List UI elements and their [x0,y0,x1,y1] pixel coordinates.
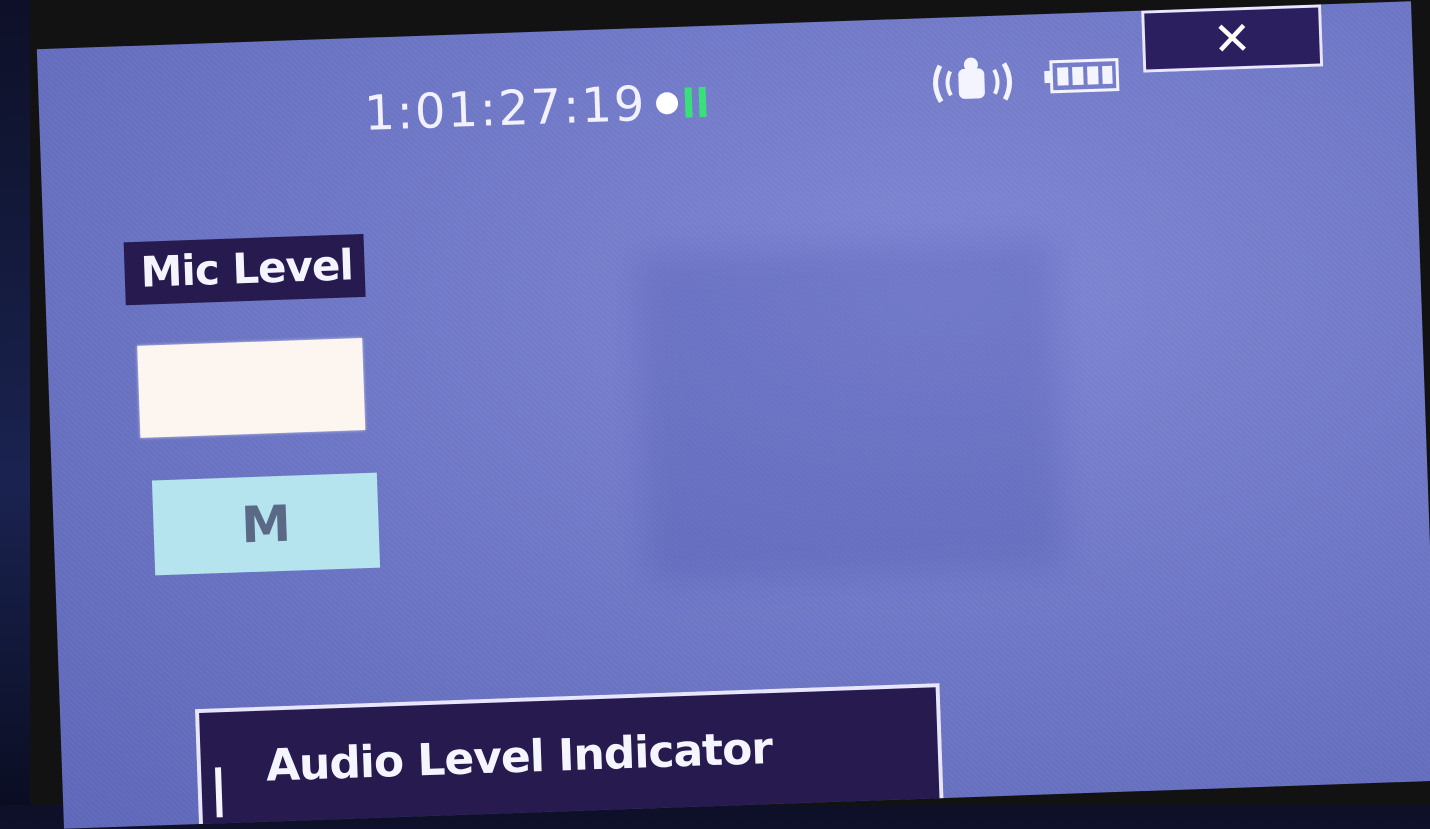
close-icon: ✕ [1211,10,1253,67]
close-button[interactable]: ✕ [1141,4,1324,73]
audio-level-indicator-menu-item[interactable]: Audio Level Indicator [194,683,945,829]
mic-level-meter[interactable] [137,338,366,438]
pause-icon [684,87,693,118]
menu-cursor-mark [214,767,223,818]
image-stabilizer-icon [933,57,1013,103]
battery-icon [1044,57,1120,94]
timecode-value: 1:01:27:19 [363,76,648,142]
lcd-screen: 1:01:27:19 ✕ Mic Level M Audio Level Ind… [36,1,1430,829]
record-dot-icon [655,91,679,115]
manual-mode-button[interactable]: M [151,472,381,576]
pause-icon [698,86,707,118]
audio-level-indicator-label: Audio Level Indicator [265,723,773,792]
timecode-display: 1:01:27:19 [363,74,707,142]
mic-level-title: Mic Level [123,233,366,306]
live-view-shadow [634,238,1066,584]
manual-mode-label: M [240,494,292,554]
record-pause-indicator [655,86,707,119]
